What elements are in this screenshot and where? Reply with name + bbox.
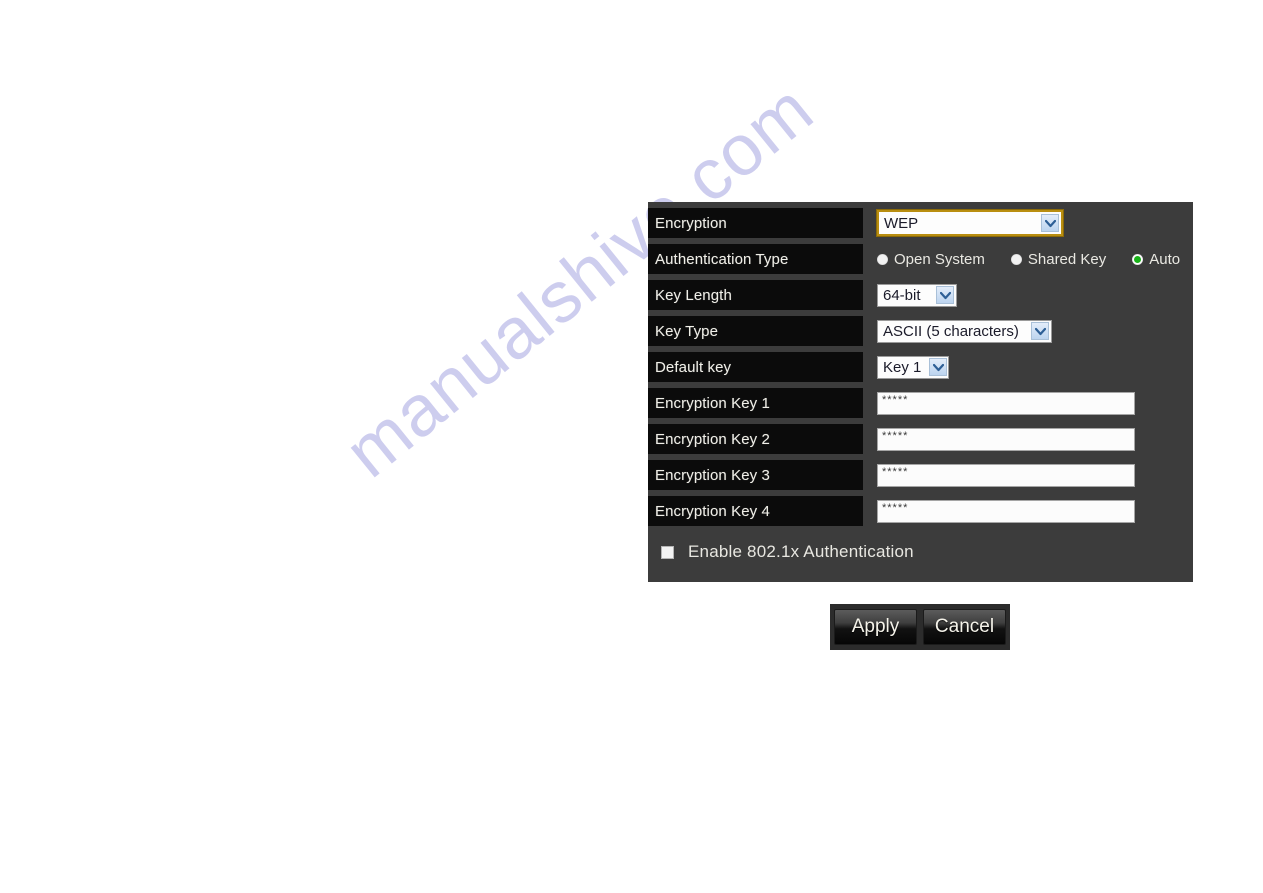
encryption-select-value: WEP <box>884 214 919 232</box>
radio-auto-label: Auto <box>1149 250 1181 268</box>
radio-shared-key[interactable]: Shared Key <box>1010 250 1107 268</box>
radio-dot-selected-icon <box>1132 253 1144 265</box>
label-encryption-key-4: Encryption Key 4 <box>648 496 863 526</box>
default-key-select-value: Key 1 <box>883 358 922 376</box>
enable-8021x-label: Enable 802.1x Authentication <box>688 542 914 561</box>
radio-shared-key-label: Shared Key <box>1027 250 1107 268</box>
chevron-down-icon <box>929 358 948 376</box>
label-key-type: Key Type <box>648 316 863 346</box>
key-length-select[interactable]: 64-bit <box>877 283 957 307</box>
radio-dot-icon <box>877 253 888 265</box>
wireless-encryption-settings-panel: Encryption WEP Authentication Type Open … <box>648 202 1193 582</box>
label-default-key: Default key <box>648 352 863 382</box>
field-key-length: 64-bit <box>863 280 1193 310</box>
field-encryption: WEP <box>863 208 1193 238</box>
form-row-key-length: Key Length 64-bit <box>648 280 1193 310</box>
form-row-encryption: Encryption WEP <box>648 208 1193 238</box>
form-row-authentication-type: Authentication Type Open System Shared K… <box>648 244 1193 274</box>
encryption-key-2-input[interactable]: ***** <box>877 427 1135 451</box>
key-type-select-value: ASCII (5 characters) <box>883 322 1019 340</box>
field-default-key: Key 1 <box>863 352 1193 382</box>
encryption-select[interactable]: WEP <box>877 210 1063 236</box>
radio-auto[interactable]: Auto <box>1132 251 1180 268</box>
enable-8021x-checkbox[interactable] <box>661 545 674 559</box>
field-encryption-key-4: ***** <box>863 496 1193 526</box>
form-row-encryption-key-4: Encryption Key 4 ***** <box>648 496 1193 526</box>
encryption-key-1-input[interactable]: ***** <box>877 391 1135 415</box>
field-encryption-key-1: ***** <box>863 388 1193 418</box>
key-type-select[interactable]: ASCII (5 characters) <box>877 319 1052 343</box>
label-authentication-type: Authentication Type <box>648 244 863 274</box>
encryption-key-4-input[interactable]: ***** <box>877 499 1135 523</box>
label-encryption-key-1: Encryption Key 1 <box>648 388 863 418</box>
chevron-down-icon <box>936 286 954 304</box>
encryption-key-3-input[interactable]: ***** <box>877 463 1135 487</box>
key-length-select-value: 64-bit <box>883 286 921 304</box>
cancel-button[interactable]: Cancel <box>923 609 1006 645</box>
label-encryption: Encryption <box>648 208 863 238</box>
form-row-encryption-key-3: Encryption Key 3 ***** <box>648 460 1193 490</box>
radio-open-system[interactable]: Open System <box>877 251 985 268</box>
chevron-down-icon <box>1031 322 1049 340</box>
field-authentication-type: Open System Shared Key Auto <box>863 244 1193 274</box>
form-row-encryption-key-1: Encryption Key 1 ***** <box>648 388 1193 418</box>
label-key-length: Key Length <box>648 280 863 310</box>
label-encryption-key-2: Encryption Key 2 <box>648 424 863 454</box>
field-key-type: ASCII (5 characters) <box>863 316 1193 346</box>
label-encryption-key-3: Encryption Key 3 <box>648 460 863 490</box>
field-encryption-key-3: ***** <box>863 460 1193 490</box>
chevron-down-icon <box>1041 214 1059 232</box>
apply-button[interactable]: Apply <box>834 609 917 645</box>
authentication-type-radio-group: Open System Shared Key Auto <box>877 251 1193 268</box>
action-button-bar: Apply Cancel <box>830 604 1010 650</box>
radio-dot-icon <box>1010 253 1022 265</box>
default-key-select[interactable]: Key 1 <box>877 355 949 379</box>
enable-8021x-row: Enable 802.1x Authentication <box>648 542 1193 562</box>
form-row-encryption-key-2: Encryption Key 2 ***** <box>648 424 1193 454</box>
radio-open-system-label: Open System <box>894 250 985 268</box>
form-row-default-key: Default key Key 1 <box>648 352 1193 382</box>
field-encryption-key-2: ***** <box>863 424 1193 454</box>
form-row-key-type: Key Type ASCII (5 characters) <box>648 316 1193 346</box>
